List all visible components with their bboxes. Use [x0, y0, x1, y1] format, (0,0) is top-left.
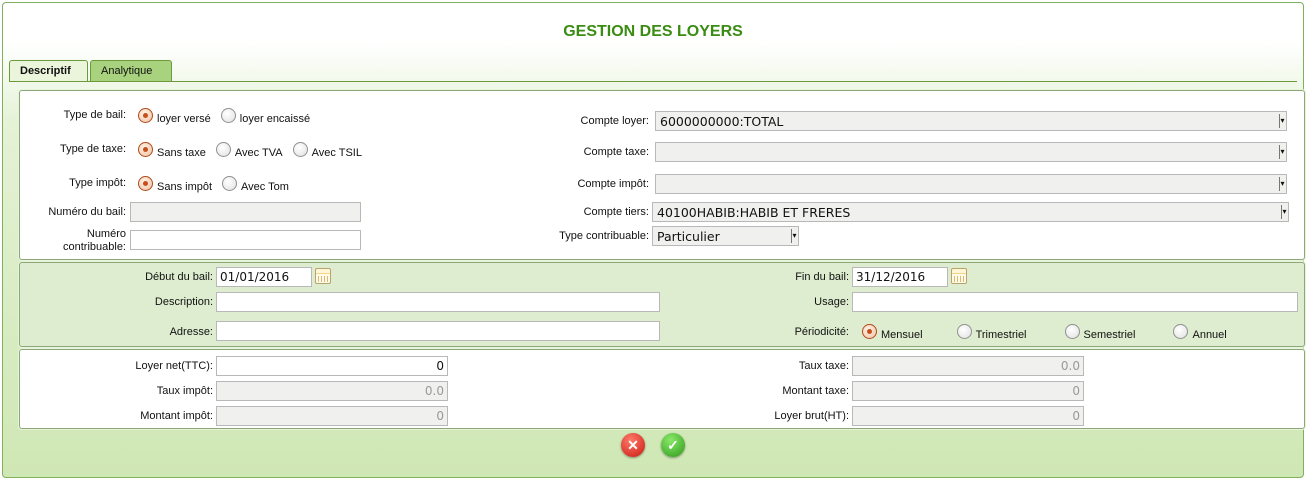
compte-loyer-label: Compte loyer: — [580, 115, 649, 127]
taux-impot-label: Taux impôt: — [156, 385, 213, 397]
type-contribuable-value: Particulier — [657, 229, 720, 244]
numero-contribuable-label-line2: contribuable: — [63, 241, 126, 253]
type-bail-label: Type de bail: — [63, 109, 126, 121]
type-impot-label: Type impôt: — [69, 177, 126, 189]
numero-bail-field[interactable] — [130, 202, 361, 222]
adresse-field[interactable] — [216, 321, 660, 341]
radio-semestriel[interactable] — [1064, 324, 1080, 339]
compte-impot-select[interactable]: ▾ — [655, 174, 1287, 194]
montant-taxe-field: 0 — [852, 381, 1084, 401]
radio-sans-taxe[interactable] — [138, 142, 153, 157]
montants-panel: Loyer net(TTC): 0 Taux impôt: 0.0 Montan… — [19, 349, 1305, 429]
tab-descriptif[interactable]: Descriptif — [9, 60, 88, 82]
type-taxe-label: Type de taxe: — [59, 143, 126, 155]
radio-trimestriel[interactable] — [956, 324, 972, 339]
compte-loyer-select[interactable]: 6000000000:TOTAL ▾ — [655, 111, 1287, 131]
numero-contribuable-label-line1: Numéro — [86, 228, 126, 240]
numero-bail-label: Numéro du bail: — [48, 206, 126, 218]
radio-avec-tva[interactable] — [215, 142, 231, 157]
cancel-icon: ✕ — [627, 437, 639, 453]
compte-tiers-select[interactable]: 40100HABIB:HABIB ET FRERES ▾ — [652, 202, 1289, 222]
taux-impot-field: 0.0 — [216, 381, 448, 401]
radio-trimestriel-label: Trimestriel — [975, 328, 1027, 341]
montant-impot-field: 0 — [216, 406, 448, 426]
radio-loyer-verse-label: loyer versé — [157, 112, 211, 125]
debut-bail-label: Début du bail: — [145, 271, 213, 283]
radio-mensuel[interactable] — [862, 324, 877, 339]
radio-avec-tom[interactable] — [222, 176, 238, 191]
loyer-net-field[interactable]: 0 — [216, 356, 448, 376]
radio-loyer-encaisse-label: loyer encaissé — [239, 112, 311, 125]
type-contribuable-label: Type contribuable: — [559, 230, 649, 242]
tab-analytique[interactable]: Analytique — [90, 60, 172, 81]
taux-taxe-label: Taux taxe: — [798, 360, 849, 372]
compte-loyer-value: 6000000000:TOTAL — [660, 114, 784, 129]
type-contribuable-select[interactable]: Particulier ▾ — [652, 226, 799, 246]
montant-taxe-label: Montant taxe: — [782, 385, 849, 397]
debut-bail-field[interactable]: 01/01/2016 — [216, 267, 312, 287]
periodicite-group: Mensuel Trimestriel Semestriel Annuel — [862, 324, 1237, 341]
description-label: Description: — [154, 296, 213, 308]
type-taxe-group: Sans taxe Avec TVA Avec TSIL — [138, 142, 372, 159]
radio-annuel[interactable] — [1173, 324, 1189, 339]
radio-avec-tva-label: Avec TVA — [234, 146, 283, 159]
taux-taxe-field: 0.0 — [852, 356, 1084, 376]
loyer-brut-label: Loyer brut(HT): — [774, 410, 849, 422]
compte-taxe-label: Compte taxe: — [583, 146, 649, 158]
periodicite-label: Périodicité: — [794, 326, 849, 338]
montant-impot-label: Montant impôt: — [140, 410, 213, 422]
loyer-net-label: Loyer net(TTC): — [135, 360, 213, 372]
radio-loyer-encaisse[interactable] — [220, 108, 236, 123]
radio-semestriel-label: Semestriel — [1083, 328, 1136, 341]
numero-contribuable-label: Numéro contribuable: — [20, 228, 126, 254]
usage-field[interactable] — [852, 292, 1298, 312]
radio-annuel-label: Annuel — [1192, 328, 1227, 341]
radio-sans-taxe-label: Sans taxe — [157, 146, 206, 159]
cancel-button[interactable]: ✕ — [621, 433, 645, 457]
radio-avec-tsil-label: Avec TSIL — [311, 146, 362, 159]
check-icon: ✓ — [667, 437, 679, 453]
numero-contribuable-field[interactable] — [130, 230, 361, 250]
bail-details-panel: Début du bail: 01/01/2016 Description: A… — [19, 262, 1305, 347]
compte-tiers-value: 40100HABIB:HABIB ET FRERES — [657, 205, 851, 220]
main-window: GESTION DES LOYERS Descriptif Analytique… — [2, 2, 1305, 478]
radio-avec-tom-label: Avec Tom — [241, 180, 289, 193]
compte-taxe-select[interactable]: ▾ — [655, 142, 1287, 162]
fin-bail-field[interactable]: 31/12/2016 — [852, 267, 948, 287]
radio-avec-tsil[interactable] — [292, 142, 308, 157]
adresse-label: Adresse: — [169, 326, 213, 338]
radio-sans-impot-label: Sans impôt — [157, 180, 213, 193]
chevron-down-icon: ▾ — [1281, 205, 1287, 219]
usage-label: Usage: — [814, 296, 849, 308]
compte-tiers-label: Compte tiers: — [583, 206, 649, 218]
radio-sans-impot[interactable] — [138, 176, 153, 191]
page-title: GESTION DES LOYERS — [563, 23, 743, 40]
chevron-down-icon: ▾ — [1279, 177, 1285, 191]
type-bail-group: loyer versé loyer encaissé — [138, 108, 320, 125]
calendar-icon[interactable] — [951, 268, 967, 284]
chevron-down-icon: ▾ — [1279, 145, 1285, 159]
descriptif-panel: Type de bail: loyer versé loyer encaissé… — [19, 90, 1305, 260]
compte-impot-label: Compte impôt: — [577, 178, 649, 190]
chevron-down-icon: ▾ — [1279, 114, 1285, 128]
radio-loyer-verse[interactable] — [138, 108, 153, 123]
type-impot-group: Sans impôt Avec Tom — [138, 176, 299, 193]
radio-mensuel-label: Mensuel — [881, 328, 923, 341]
chevron-down-icon: ▾ — [791, 229, 797, 243]
fin-bail-label: Fin du bail: — [795, 271, 849, 283]
confirm-button[interactable]: ✓ — [661, 433, 685, 457]
tab-divider — [9, 81, 1297, 82]
calendar-icon[interactable] — [315, 268, 331, 284]
description-field[interactable] — [216, 292, 660, 312]
loyer-brut-field: 0 — [852, 406, 1084, 426]
